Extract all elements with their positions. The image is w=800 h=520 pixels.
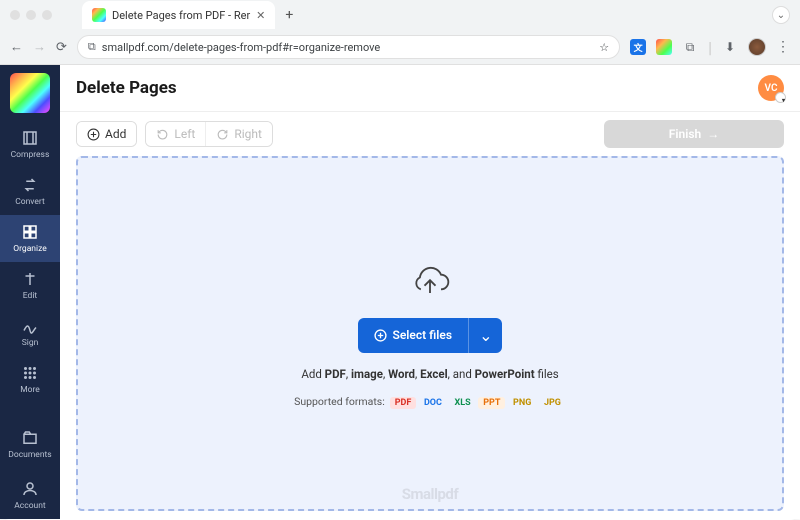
- minimize-window[interactable]: [26, 10, 36, 20]
- edit-icon: [21, 270, 39, 288]
- site-info-icon[interactable]: ⧉: [88, 40, 96, 54]
- formats-label: Supported formats:: [294, 395, 385, 408]
- sidebar-item-sign[interactable]: Sign: [0, 309, 60, 356]
- add-label: Add: [105, 127, 126, 141]
- plus-circle-icon: [374, 329, 387, 342]
- browser-chrome: Delete Pages from PDF - Rer ✕ + ⌄ ← → ⟳ …: [0, 0, 800, 65]
- rotate-right-icon: [216, 128, 229, 141]
- sidebar-item-more[interactable]: More: [0, 356, 60, 403]
- select-files-button[interactable]: Select files: [358, 318, 469, 353]
- tab-favicon: [92, 8, 106, 22]
- sidebar-item-edit[interactable]: Edit: [0, 262, 60, 309]
- select-files-dropdown[interactable]: ⌄: [468, 318, 502, 353]
- sidebar-item-label: Documents: [8, 450, 51, 460]
- user-initials: VC: [765, 83, 778, 94]
- sidebar-item-label: Compress: [11, 150, 50, 160]
- dropzone-description: Add PDF, image, Word, Excel, and PowerPo…: [301, 367, 558, 381]
- format-badge-pdf: PDF: [390, 397, 417, 409]
- smallpdf-logo[interactable]: [10, 73, 50, 113]
- rotate-right-button: Right: [205, 122, 272, 146]
- page-title: Delete Pages: [76, 78, 177, 98]
- sidebar-item-label: Sign: [22, 338, 39, 348]
- main-panel: Delete Pages VC ▾ Add Left: [60, 65, 800, 519]
- organize-icon: [21, 223, 39, 241]
- account-icon: [21, 480, 39, 498]
- sidebar-item-compress[interactable]: Compress: [0, 121, 60, 168]
- supported-formats: Supported formats: PDF DOC XLS PPT PNG J…: [294, 395, 566, 408]
- format-badge-ppt: PPT: [478, 397, 505, 409]
- browser-menu-icon[interactable]: ⋮: [776, 40, 790, 54]
- browser-expand-icon[interactable]: ⌄: [772, 6, 790, 24]
- rotate-left-button: Left: [146, 122, 205, 146]
- sidebar-item-documents[interactable]: Documents: [0, 421, 60, 468]
- left-label: Left: [174, 127, 195, 141]
- sidebar-item-label: Organize: [13, 244, 46, 254]
- sidebar: Compress Convert Organize Edit Sign More…: [0, 65, 60, 519]
- more-icon: [21, 364, 39, 382]
- sidebar-item-convert[interactable]: Convert: [0, 168, 60, 215]
- watermark-text: Smallpdf: [402, 485, 458, 503]
- dropzone[interactable]: Select files ⌄ Add PDF, image, Word, Exc…: [76, 156, 784, 511]
- url-bar: ← → ⟳ ⧉ smallpdf.com/delete-pages-from-p…: [0, 30, 800, 64]
- window-controls[interactable]: [10, 10, 52, 20]
- nav-controls: ← → ⟳: [10, 39, 67, 55]
- sign-icon: [21, 317, 39, 335]
- finish-label: Finish: [669, 127, 701, 141]
- back-button[interactable]: ←: [10, 39, 23, 55]
- tab-title: Delete Pages from PDF - Rer: [112, 9, 250, 22]
- arrow-right-icon: →: [707, 127, 719, 141]
- profile-avatar[interactable]: [748, 38, 766, 56]
- tab-bar: Delete Pages from PDF - Rer ✕ + ⌄: [0, 0, 800, 30]
- convert-icon: [21, 176, 39, 194]
- add-button[interactable]: Add: [77, 122, 136, 146]
- select-files-label: Select files: [393, 328, 453, 342]
- extensions-puzzle-icon[interactable]: ⧉: [682, 39, 698, 55]
- sidebar-item-label: Account: [14, 501, 45, 511]
- new-tab-button[interactable]: +: [275, 7, 303, 23]
- format-badge-xls: XLS: [450, 397, 476, 409]
- plus-circle-icon: [87, 128, 100, 141]
- format-badge-png: PNG: [508, 397, 536, 409]
- right-label: Right: [234, 127, 262, 141]
- toolbar: Add Left Right Finish →: [60, 112, 800, 156]
- sidebar-item-organize[interactable]: Organize: [0, 215, 60, 262]
- documents-icon: [21, 429, 39, 447]
- close-window[interactable]: [10, 10, 20, 20]
- format-badge-jpg: JPG: [539, 397, 566, 409]
- cloud-upload-icon: [408, 260, 452, 304]
- rotate-left-icon: [156, 128, 169, 141]
- finish-button[interactable]: Finish →: [604, 120, 784, 148]
- bookmark-star-icon[interactable]: ☆: [599, 41, 609, 54]
- user-menu[interactable]: VC ▾: [758, 75, 784, 101]
- format-badge-doc: DOC: [419, 397, 447, 409]
- browser-tab[interactable]: Delete Pages from PDF - Rer ✕: [82, 1, 275, 29]
- extension-smallpdf-icon[interactable]: [656, 39, 672, 55]
- compress-icon: [21, 129, 39, 147]
- select-files-group: Select files ⌄: [358, 318, 503, 353]
- sidebar-item-label: Convert: [15, 197, 45, 207]
- tab-close-icon[interactable]: ✕: [256, 9, 265, 22]
- sidebar-item-account[interactable]: Account: [0, 472, 60, 519]
- browser-actions: 文 ⧉ | ⬇ ⋮: [630, 38, 790, 57]
- address-bar[interactable]: ⧉ smallpdf.com/delete-pages-from-pdf#r=o…: [77, 35, 620, 59]
- download-icon[interactable]: ⬇: [722, 39, 738, 55]
- maximize-window[interactable]: [42, 10, 52, 20]
- chevron-down-icon: ⌄: [479, 326, 492, 345]
- page-header: Delete Pages VC ▾: [60, 65, 800, 112]
- chevron-down-icon: ▾: [782, 97, 785, 104]
- url-text: smallpdf.com/delete-pages-from-pdf#r=org…: [102, 41, 380, 54]
- forward-button[interactable]: →: [33, 39, 46, 55]
- sidebar-item-label: Edit: [23, 291, 37, 301]
- app: Compress Convert Organize Edit Sign More…: [0, 65, 800, 519]
- reload-button[interactable]: ⟳: [56, 40, 67, 55]
- extension-translate-icon[interactable]: 文: [630, 39, 646, 55]
- sidebar-item-label: More: [20, 385, 40, 395]
